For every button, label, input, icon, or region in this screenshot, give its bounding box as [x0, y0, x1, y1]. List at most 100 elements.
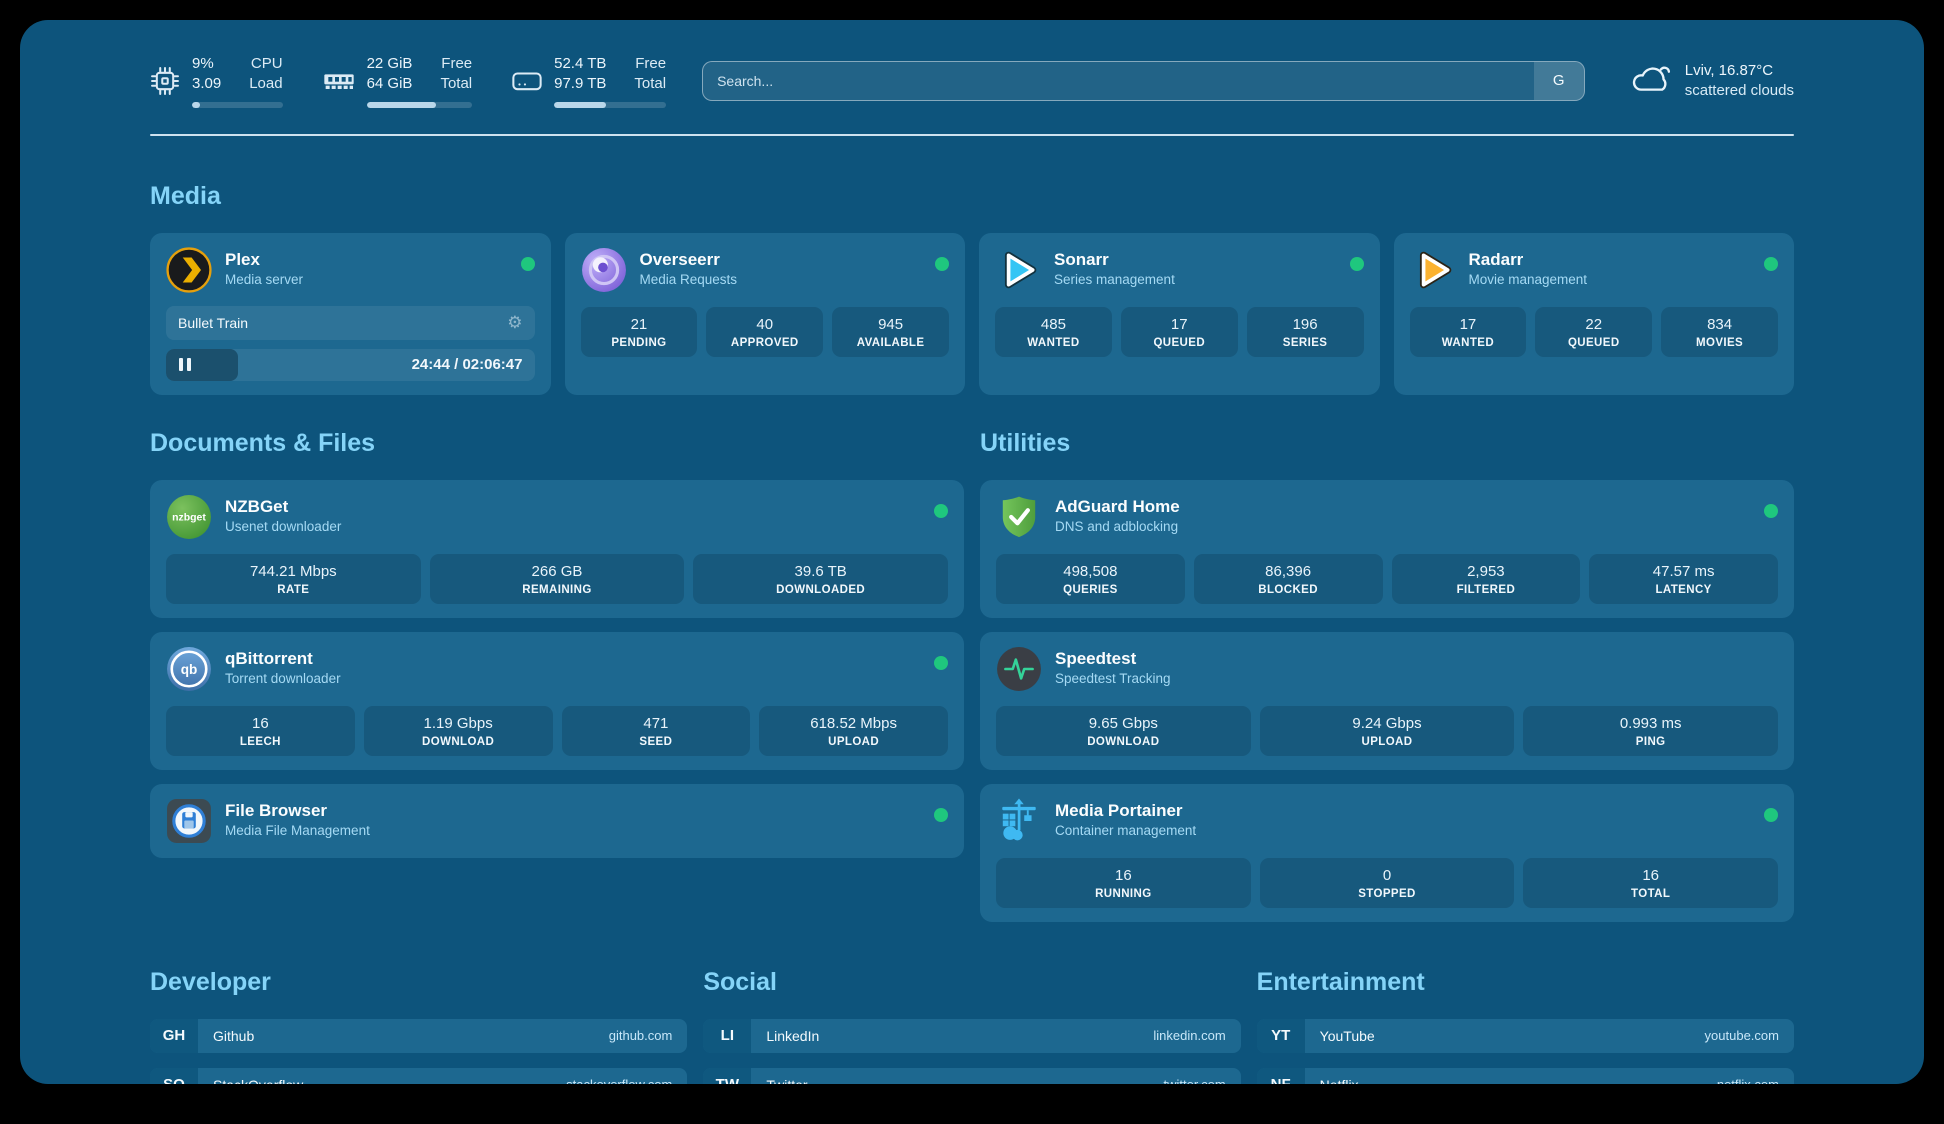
- app-subtitle: Usenet downloader: [225, 519, 341, 534]
- app-subtitle: Media Requests: [640, 272, 738, 287]
- now-playing-row: Bullet Train ⚙: [166, 306, 535, 340]
- stat-tile: 16 RUNNING: [996, 858, 1251, 908]
- stat-label: TOTAL: [1527, 888, 1774, 900]
- stat-value: 16: [1000, 867, 1247, 884]
- app-title: Plex: [225, 249, 303, 270]
- status-dot: [1764, 504, 1778, 518]
- search-input[interactable]: [703, 62, 1534, 100]
- playback-time: 24:44 / 02:06:47: [412, 356, 535, 373]
- search-engine-button[interactable]: G: [1534, 62, 1584, 100]
- bookmark-name: Netflix: [1320, 1077, 1359, 1085]
- stat-tile: 744.21 Mbps RATE: [166, 554, 421, 604]
- stat-label: DOWNLOADED: [697, 584, 944, 596]
- status-dot: [1764, 257, 1778, 271]
- stat-label: DOWNLOAD: [1000, 736, 1247, 748]
- stat-tile: 266 GB REMAINING: [430, 554, 685, 604]
- stat-value: 9.24 Gbps: [1264, 715, 1511, 732]
- app-card-speedtest[interactable]: Speedtest Speedtest Tracking 9.65 Gbps D…: [980, 632, 1794, 770]
- stat-tile: 485 WANTED: [995, 307, 1112, 357]
- stat-value: 0: [1264, 867, 1511, 884]
- stat-label: LEECH: [170, 736, 351, 748]
- disk-stat: 52.4 TB 97.9 TB Free Total: [512, 54, 666, 108]
- bookmark-row-twitter[interactable]: TW Twitter twitter.com: [703, 1068, 1240, 1085]
- bookmark-url: twitter.com: [1164, 1077, 1226, 1084]
- status-dot: [935, 257, 949, 271]
- search-bar: G: [702, 61, 1585, 101]
- app-subtitle: Speedtest Tracking: [1055, 671, 1171, 686]
- app-card-radarr[interactable]: Radarr Movie management 17 WANTED 22 QUE…: [1394, 233, 1795, 395]
- stat-label: WANTED: [999, 337, 1108, 349]
- stat-tile: 86,396 BLOCKED: [1194, 554, 1383, 604]
- bookmark-name: StackOverflow: [213, 1077, 303, 1085]
- section-title-media: Media: [150, 182, 1794, 211]
- stat-tile: 40 APPROVED: [706, 307, 823, 357]
- ram-total-label: Total: [440, 74, 472, 94]
- ram-total-value: 64 GiB: [367, 74, 413, 94]
- stat-value: 945: [836, 316, 945, 333]
- stat-value: 16: [1527, 867, 1774, 884]
- bookmark-url: linkedin.com: [1153, 1028, 1225, 1043]
- bookmark-row-github[interactable]: GH Github github.com: [150, 1019, 687, 1053]
- ram-free-label: Free: [440, 54, 472, 74]
- stat-label: PING: [1527, 736, 1774, 748]
- app-subtitle: Movie management: [1469, 272, 1588, 287]
- weather-widget[interactable]: Lviv, 16.87°C scattered clouds: [1629, 61, 1794, 102]
- stat-label: FILTERED: [1396, 584, 1577, 596]
- app-title: Media Portainer: [1055, 800, 1196, 821]
- stat-label: APPROVED: [710, 337, 819, 349]
- pause-icon[interactable]: [179, 358, 191, 371]
- stat-tile: 47.57 ms LATENCY: [1589, 554, 1778, 604]
- app-card-adguard[interactable]: AdGuard Home DNS and adblocking 498,508 …: [980, 480, 1794, 618]
- app-card-qbittorrent[interactable]: qb qBittorrent Torrent downloader 16 LEE…: [150, 632, 964, 770]
- app-card-portainer[interactable]: Media Portainer Container management 16 …: [980, 784, 1794, 922]
- stat-value: 9.65 Gbps: [1000, 715, 1247, 732]
- playback-progress-bar[interactable]: 24:44 / 02:06:47: [166, 349, 535, 381]
- bookmark-abbr: LI: [703, 1019, 751, 1053]
- section-title-developer: Developer: [150, 968, 687, 997]
- stat-tile: 17 QUEUED: [1121, 307, 1238, 357]
- app-card-nzbget[interactable]: nzbget NZBGet Usenet downloader 744.21 M…: [150, 480, 964, 618]
- cloud-icon: [1629, 61, 1673, 100]
- svg-text:nzbget: nzbget: [172, 512, 206, 523]
- stat-label: SERIES: [1251, 337, 1360, 349]
- gear-icon[interactable]: ⚙: [507, 314, 522, 331]
- status-dot: [521, 257, 535, 271]
- app-card-filebrowser[interactable]: File Browser Media File Management: [150, 784, 964, 858]
- app-subtitle: DNS and adblocking: [1055, 519, 1180, 534]
- filebrowser-icon: [166, 798, 212, 844]
- stat-value: 39.6 TB: [697, 563, 944, 580]
- stat-label: WANTED: [1414, 337, 1523, 349]
- stat-label: PENDING: [585, 337, 694, 349]
- app-title: Radarr: [1469, 249, 1588, 270]
- bookmark-name: Twitter: [766, 1077, 807, 1085]
- disk-free-value: 52.4 TB: [554, 54, 606, 74]
- stat-tile: 9.24 Gbps UPLOAD: [1260, 706, 1515, 756]
- bookmark-row-netflix[interactable]: NF Netflix netflix.com: [1257, 1068, 1794, 1085]
- stat-label: QUEUED: [1125, 337, 1234, 349]
- bookmark-name: YouTube: [1320, 1028, 1375, 1044]
- stat-label: BLOCKED: [1198, 584, 1379, 596]
- app-title: Sonarr: [1054, 249, 1175, 270]
- app-card-plex[interactable]: Plex Media server Bullet Train ⚙ 24:44 /…: [150, 233, 551, 395]
- weather-condition: scattered clouds: [1685, 81, 1794, 101]
- nzbget-icon: nzbget: [166, 494, 212, 540]
- bookmark-row-youtube[interactable]: YT YouTube youtube.com: [1257, 1019, 1794, 1053]
- bookmark-row-stackoverflow[interactable]: SO StackOverflow stackoverflow.com: [150, 1068, 687, 1085]
- adguard-icon: [996, 494, 1042, 540]
- bookmark-abbr: SO: [150, 1068, 198, 1085]
- app-card-overseerr[interactable]: Overseerr Media Requests 21 PENDING 40 A…: [565, 233, 966, 395]
- bookmark-row-linkedin[interactable]: LI LinkedIn linkedin.com: [703, 1019, 1240, 1053]
- stat-value: 22: [1539, 316, 1648, 333]
- stat-value: 744.21 Mbps: [170, 563, 417, 580]
- stat-value: 86,396: [1198, 563, 1379, 580]
- ram-icon: [323, 69, 355, 93]
- qbittorrent-icon: qb: [166, 646, 212, 692]
- stat-tile: 22 QUEUED: [1535, 307, 1652, 357]
- media-grid: Plex Media server Bullet Train ⚙ 24:44 /…: [150, 233, 1794, 395]
- app-card-sonarr[interactable]: Sonarr Series management 485 WANTED 17 Q…: [979, 233, 1380, 395]
- stat-value: 471: [566, 715, 747, 732]
- stat-label: UPLOAD: [1264, 736, 1511, 748]
- stat-value: 40: [710, 316, 819, 333]
- header-divider: [150, 134, 1794, 136]
- stat-label: DOWNLOAD: [368, 736, 549, 748]
